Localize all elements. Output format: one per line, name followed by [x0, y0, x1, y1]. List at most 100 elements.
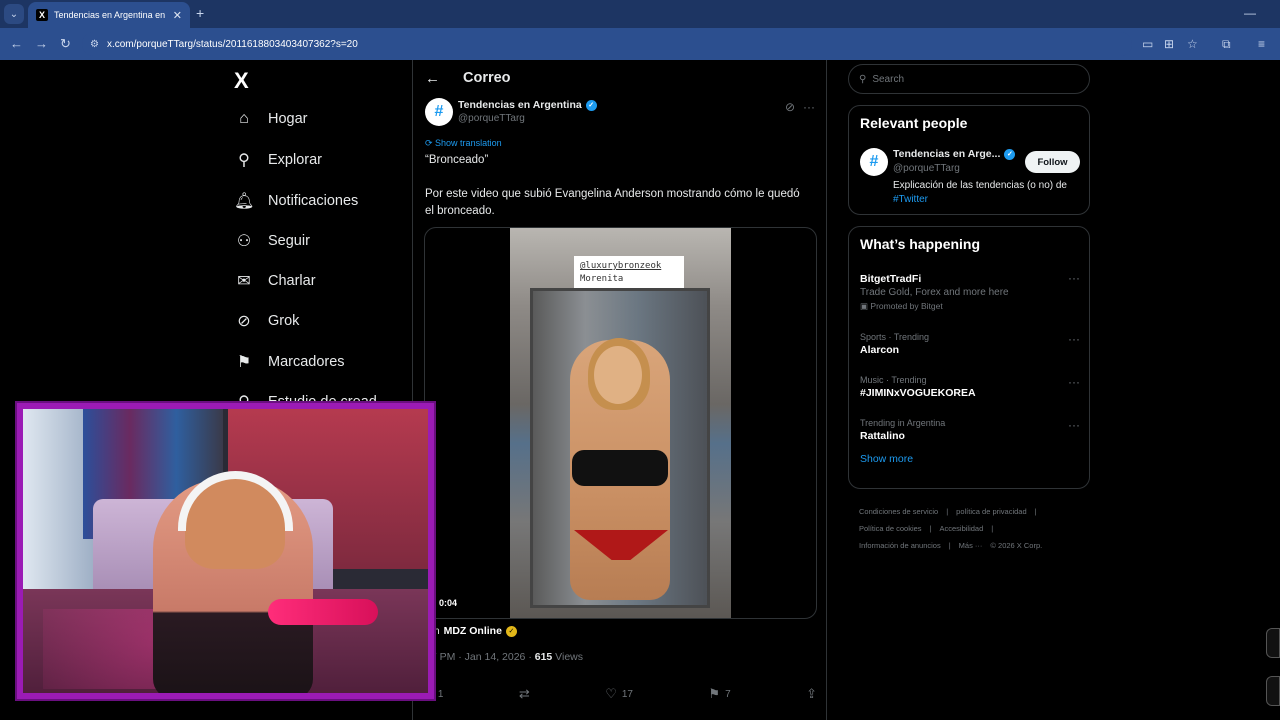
source-name[interactable]: MDZ Online [444, 625, 502, 637]
nav-item-explore[interactable]: ⚲ Explorar [234, 150, 322, 170]
minimize-icon[interactable]: — [1244, 6, 1256, 20]
nav-item-grok[interactable]: ⊘ Grok [234, 311, 299, 331]
author-name[interactable]: Tendencias en Argentina ✓ [458, 99, 597, 111]
share-button[interactable]: ⇪ [806, 684, 817, 704]
translate-icon[interactable]: ⊞ [1164, 37, 1174, 51]
reload-icon[interactable]: ↻ [60, 36, 71, 52]
mail-icon: ✉ [237, 273, 251, 290]
relevant-name-text: Tendencias en Arge... [893, 148, 1001, 160]
reading-list-icon[interactable]: ≡ [1258, 37, 1265, 51]
author-avatar[interactable]: # [425, 98, 453, 126]
bio-hashtag[interactable]: #Twitter [893, 193, 1083, 207]
search-placeholder: Search [872, 73, 905, 85]
edge-widget-icon[interactable] [1266, 628, 1280, 658]
video-frame[interactable]: @luxurybronzeok Morenita [510, 228, 731, 618]
search-icon: ⚲ [238, 152, 250, 169]
extensions-icon[interactable]: ⧉ [1222, 37, 1231, 52]
nav-label: Charlar [268, 273, 316, 289]
repost-button[interactable]: ⇄ [519, 684, 530, 704]
x-favicon-icon: X [36, 9, 48, 21]
footer-link[interactable]: Accesibilidad [940, 524, 984, 533]
trend-item[interactable]: Trending in Argentina Rattalino ··· [860, 418, 1080, 442]
cast-icon[interactable]: ▭ [1142, 37, 1153, 51]
footer-link[interactable]: Información de anuncios [859, 541, 941, 550]
nav-label: Grok [268, 313, 300, 329]
footer-link[interactable]: Política de cookies [859, 524, 922, 533]
footer-link[interactable]: Más ··· [959, 541, 983, 550]
new-tab-button[interactable]: + [196, 5, 204, 21]
nav-item-follow[interactable]: ⚇ Seguir [234, 231, 310, 251]
bookmark-icon: ⚑ [236, 354, 252, 371]
forward-icon[interactable]: → [35, 36, 48, 51]
relevant-bio: Explicación de las tendencias (o no) de … [893, 179, 1083, 207]
relevant-handle[interactable]: @porqueTTarg [893, 163, 960, 174]
grok-icon: ⊘ [237, 313, 251, 330]
tab-bar: ⌄ X Tendencias en Argentina en X: ✕ + — [0, 0, 1280, 28]
post-text-body: Por este video que subió Evangelina Ande… [425, 188, 800, 217]
webcam-overlay [17, 403, 434, 699]
tab-title: Tendencias en Argentina en X: [54, 10, 167, 20]
site-info-icon[interactable]: ⚙ [90, 39, 99, 50]
bookmark-count: 7 [725, 688, 731, 700]
more-options-icon[interactable]: ··· [1068, 375, 1080, 389]
nav-item-notifications[interactable]: 🔔︎ Notificaciones [234, 191, 358, 211]
trend-item[interactable]: Music · Trending #JIMINxVOGUEKOREA ··· [860, 375, 1080, 399]
footer-link[interactable]: política de privacidad [956, 507, 1026, 516]
browser-tab[interactable]: X Tendencias en Argentina en X: ✕ [28, 2, 190, 28]
post-timestamp[interactable]: 57 PM · Jan 14, 2026 · [425, 651, 535, 663]
footer-link[interactable]: Condiciones de servicio [859, 507, 938, 516]
nav-item-chat[interactable]: ✉ Charlar [234, 271, 316, 291]
nav-label: Explorar [268, 152, 322, 168]
edge-widget-icon[interactable] [1266, 676, 1280, 706]
author-name-text: Tendencias en Argentina [458, 99, 582, 111]
grok-post-icon[interactable]: ⊘ [785, 100, 795, 114]
page-title: Correo [463, 70, 511, 86]
search-input[interactable]: ⚲ Search [848, 64, 1090, 94]
video-player[interactable]: @luxurybronzeok Morenita 0:04 [424, 227, 817, 619]
trend-context: Music · Trending [860, 375, 927, 385]
more-options-icon[interactable]: ··· [803, 100, 815, 114]
tab-search-icon[interactable]: ⌄ [4, 4, 24, 24]
whats-happening-title: What’s happening [860, 236, 981, 252]
show-more-link[interactable]: Show more [860, 453, 913, 465]
footer-sep: | [1034, 507, 1037, 516]
back-icon[interactable]: ← [10, 36, 23, 51]
relevant-avatar[interactable]: # [860, 148, 888, 176]
relevant-name[interactable]: Tendencias en Arge... ✓ [893, 148, 1016, 160]
video-bikini-top [572, 450, 668, 486]
url-bar[interactable]: ⚙ x.com/porqueTTarg/status/2011618803403… [82, 32, 1132, 56]
x-logo-icon[interactable]: X [234, 68, 249, 94]
reply-count: 1 [437, 688, 444, 700]
show-translation-link[interactable]: ⟳ Show translation [425, 138, 502, 149]
nav-item-home[interactable]: ⌂ Hogar [234, 110, 308, 128]
verified-badge-icon: ✓ [585, 99, 597, 111]
nav-item-bookmarks[interactable]: ⚑ Marcadores [234, 352, 345, 372]
more-options-icon[interactable]: ··· [1068, 271, 1080, 285]
trend-item[interactable]: Sports · Trending Alarcon ··· [860, 332, 1080, 356]
tab-close-icon[interactable]: ✕ [173, 9, 182, 22]
heart-icon: ♡ [605, 686, 617, 701]
show-translation-text: Show translation [435, 138, 502, 148]
more-options-icon[interactable]: ··· [1068, 418, 1080, 432]
like-button[interactable]: ♡ 17 [605, 684, 633, 704]
promoted-label: ▣ Promoted by Bitget [860, 301, 943, 311]
views-label: Views [552, 651, 584, 663]
trend-context: Sports · Trending [860, 332, 930, 342]
back-arrow-icon[interactable]: ← [425, 70, 440, 87]
more-options-icon[interactable]: ··· [1068, 332, 1080, 346]
bookmark-star-icon[interactable]: ☆ [1187, 37, 1198, 51]
bookmark-button[interactable]: ⚑ 7 [708, 684, 730, 704]
footer-sep: | [946, 507, 949, 516]
post-meta: 57 PM · Jan 14, 2026 · 615 Views [425, 651, 583, 663]
trend-item[interactable]: BitgetTradFi Trade Gold, Forex and more … [860, 271, 1080, 312]
nav-label: Hogar [268, 111, 308, 127]
video-sticker: @luxurybronzeok Morenita [574, 256, 684, 288]
right-sidebar: ⚲ Search Relevant people # Tendencias en… [848, 60, 1090, 720]
footer-sep: | [948, 541, 951, 550]
address-toolbar: ← → ↻ ⚙ x.com/porqueTTarg/status/2011618… [0, 28, 1280, 60]
sticker-text: Morenita [580, 274, 624, 284]
follow-button[interactable]: Follow [1025, 151, 1080, 173]
relevant-people-panel: Relevant people # Tendencias en Arge... … [848, 105, 1090, 215]
like-count: 17 [621, 688, 633, 700]
author-handle[interactable]: @porqueTTarg [458, 113, 525, 124]
